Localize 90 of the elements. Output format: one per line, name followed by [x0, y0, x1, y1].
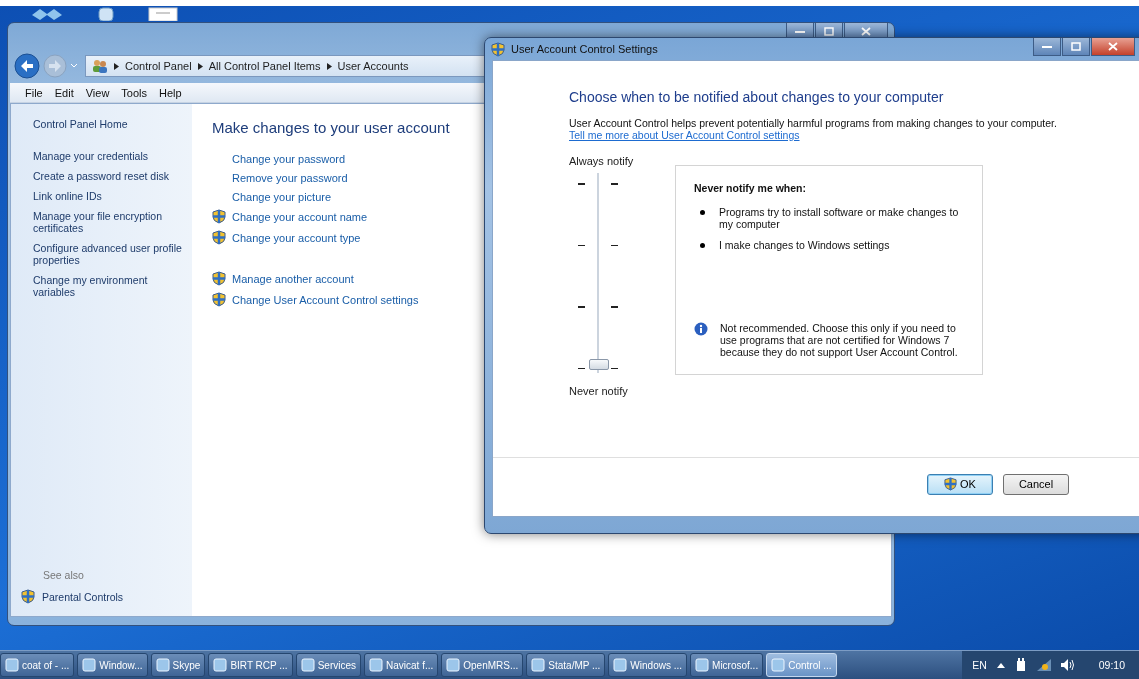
- menu-item[interactable]: Help: [154, 86, 187, 99]
- info-icon: [694, 322, 708, 336]
- chevron-icon: [326, 62, 332, 70]
- sidebar-link[interactable]: Manage your credentials: [33, 150, 190, 162]
- shield-icon: [212, 209, 226, 224]
- page-heading: Make changes to your user account: [212, 119, 450, 136]
- shield-icon: [212, 292, 226, 307]
- sidebar-link[interactable]: Link online IDs: [33, 190, 190, 202]
- description-text: User Account Control helps prevent potentially harmful programs from making changes to your computer.: [569, 117, 1058, 129]
- slider-thumb[interactable]: [589, 359, 609, 370]
- app-icon: [155, 658, 170, 672]
- clock[interactable]: 09:10: [1098, 659, 1125, 671]
- maximize-icon: [824, 27, 834, 36]
- menu-item[interactable]: Edit: [49, 86, 79, 99]
- sidebar-link[interactable]: Manage your file encryption certificates: [33, 210, 190, 234]
- sidebar-link[interactable]: Control Panel Home: [33, 118, 192, 130]
- breadcrumb[interactable]: Control Panel: [125, 60, 192, 72]
- task-link[interactable]: Change your account type: [232, 231, 361, 244]
- task-link[interactable]: Change your password: [232, 152, 346, 165]
- sidebar-link[interactable]: Create a password reset disk: [33, 170, 190, 182]
- task-link[interactable]: Change User Account Control settings: [232, 293, 419, 306]
- maximize-icon: [1071, 42, 1081, 51]
- desktop-icon[interactable]: [30, 7, 64, 21]
- app-icon: [213, 658, 228, 672]
- desktop-icon[interactable]: [98, 7, 114, 21]
- users-icon: [92, 59, 108, 73]
- taskbar-button[interactable]: Stata/MP ...: [526, 653, 606, 677]
- taskbar-button[interactable]: coat of - ...: [0, 653, 75, 677]
- shield-icon: [21, 589, 35, 604]
- sidebar-link[interactable]: Configure advanced user profile properties: [33, 242, 190, 266]
- power-plug-icon[interactable]: [1014, 658, 1027, 672]
- bullet-text: Programs try to install software or make changes to my computer: [719, 206, 960, 230]
- back-icon[interactable]: [14, 53, 40, 79]
- breadcrumb[interactable]: User Accounts: [337, 60, 409, 72]
- app-icon: [300, 658, 315, 672]
- taskbar-button[interactable]: Navicat f...: [364, 653, 439, 677]
- taskbar-button[interactable]: Microsof...: [690, 653, 764, 677]
- bullet-icon: [700, 243, 705, 248]
- cancel-button[interactable]: Cancel: [1003, 473, 1069, 495]
- minimize-button[interactable]: [1033, 38, 1061, 56]
- task-link[interactable]: Manage another account: [232, 272, 354, 285]
- dialog-heading: Choose when to be notified about changes to your computer: [569, 89, 945, 105]
- app-icon: [5, 658, 19, 672]
- shield-icon: [944, 477, 958, 491]
- slider-label: Never notify: [569, 385, 628, 397]
- show-hidden-icon[interactable]: [996, 662, 1005, 668]
- menu-item[interactable]: View: [80, 86, 115, 99]
- app-icon: [82, 658, 97, 672]
- menu-item[interactable]: File: [20, 86, 48, 99]
- ok-button[interactable]: OK: [927, 473, 993, 495]
- see-also-label: See also: [43, 569, 85, 581]
- shield-icon: [212, 271, 226, 286]
- app-icon: [771, 658, 786, 672]
- app-icon: [446, 658, 461, 672]
- chevron-icon: [114, 62, 119, 70]
- breadcrumb[interactable]: All Control Panel Items: [208, 60, 321, 72]
- close-icon: [861, 27, 871, 36]
- task-link[interactable]: Change your picture: [232, 190, 332, 203]
- bullet-icon: [700, 210, 705, 215]
- shield-icon: [491, 41, 505, 57]
- taskbar-button[interactable]: BIRT RCP ...: [208, 653, 293, 677]
- maximize-button[interactable]: [1062, 38, 1090, 56]
- app-icon: [531, 658, 546, 672]
- warning-text: Not recommended. Choose this only if you need to use programs that are not certified for Windows 7 because they do not support User Account Control.: [720, 322, 959, 358]
- close-icon: [1108, 42, 1118, 51]
- task-link[interactable]: Remove your password: [232, 171, 348, 184]
- desktop-icon[interactable]: [148, 7, 178, 21]
- app-icon: [695, 658, 710, 672]
- see-also-link[interactable]: Parental Controls: [42, 590, 124, 603]
- bullet-text: I make changes to Windows settings: [719, 239, 890, 251]
- task-link[interactable]: Change your account name: [232, 210, 368, 223]
- sidebar-link[interactable]: Change my environment variables: [33, 274, 190, 298]
- slider-label: Always notify: [569, 155, 634, 167]
- menu-item[interactable]: Tools: [116, 86, 153, 99]
- window-title: User Account Control Settings: [511, 43, 658, 55]
- language-indicator[interactable]: EN: [972, 659, 987, 671]
- volume-icon[interactable]: [1060, 659, 1075, 671]
- network-icon[interactable]: [1036, 659, 1051, 671]
- help-link[interactable]: Tell me more about User Account Control settings: [569, 129, 800, 141]
- taskbar-button[interactable]: Windows ...: [608, 653, 688, 677]
- taskbar-button[interactable]: OpenMRS...: [441, 653, 524, 677]
- shield-icon: [212, 230, 226, 245]
- taskbar-button[interactable]: Services: [295, 653, 361, 677]
- app-icon: [369, 658, 383, 672]
- taskbar-button[interactable]: Window...: [77, 653, 148, 677]
- chevron-icon: [197, 62, 203, 70]
- app-icon: [613, 658, 628, 672]
- panel-heading: Never notify me when:: [694, 182, 808, 194]
- taskbar-button[interactable]: Skype: [150, 653, 206, 677]
- close-button[interactable]: [1091, 38, 1135, 56]
